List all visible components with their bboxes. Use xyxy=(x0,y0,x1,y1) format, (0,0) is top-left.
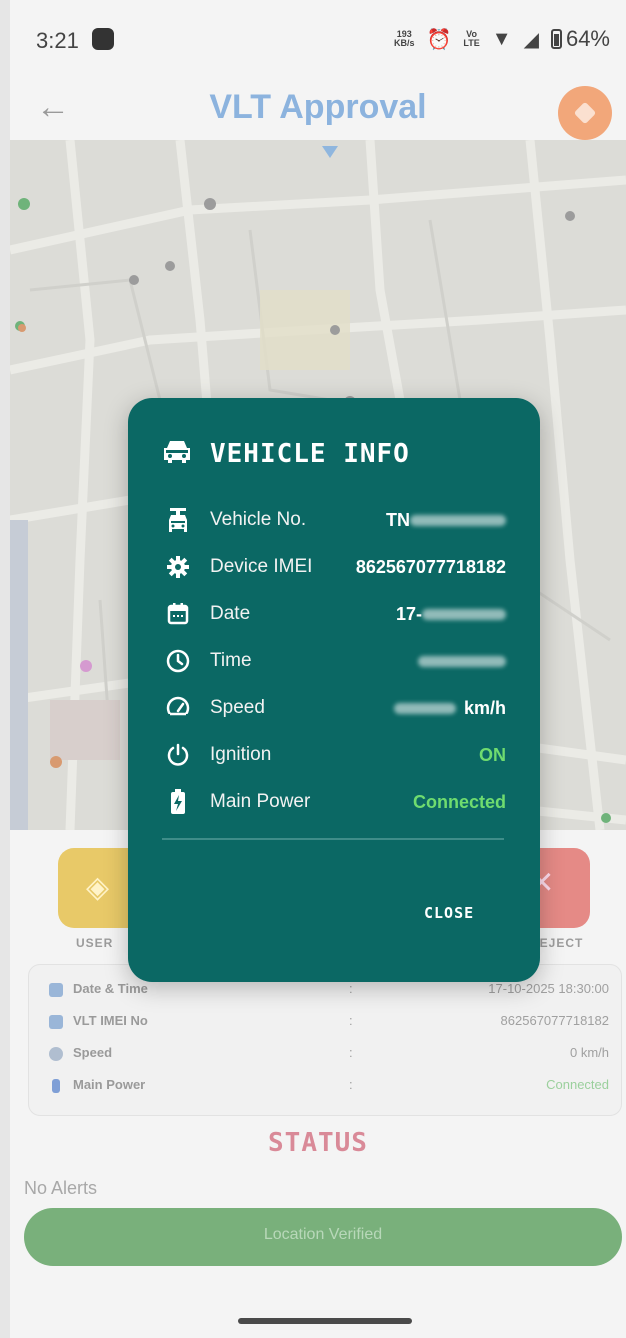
app-screen: 3:21 193 KB/s ⏰ Vo LTE ▼ ◢ 64% ← VLT App… xyxy=(10,0,626,1338)
speedometer-icon xyxy=(164,694,192,722)
layers-button[interactable] xyxy=(558,86,612,140)
dialog-divider xyxy=(162,838,504,840)
speedometer-icon xyxy=(49,1047,63,1061)
info-label: Time xyxy=(210,650,252,671)
location-verified-label: Location Verified xyxy=(263,1226,383,1243)
notification-icon xyxy=(92,28,114,50)
detail-label: Speed xyxy=(73,1045,113,1060)
net-speed-unit: KB/s xyxy=(394,38,415,48)
info-value: TN xyxy=(386,510,506,531)
vehicle-number-icon xyxy=(164,506,192,534)
power-icon xyxy=(164,741,192,769)
detail-value: 17-10-2025 18:30:00 xyxy=(488,981,609,996)
info-label: Date xyxy=(210,603,251,624)
app-header: ← VLT Approval xyxy=(10,80,626,140)
info-label: Main Power xyxy=(210,791,311,812)
battery-charging-icon xyxy=(164,788,192,816)
detail-row-datetime: Date & Time : 17-10-2025 18:30:00 xyxy=(49,981,609,1003)
info-label: Speed xyxy=(210,697,265,718)
battery-icon xyxy=(550,29,562,49)
info-value: 17- xyxy=(396,604,506,625)
status-icons: 193 KB/s ⏰ Vo LTE ▼ ◢ 64% xyxy=(394,26,610,52)
list-icon xyxy=(49,1015,63,1029)
detail-label: VLT IMEI No xyxy=(73,1013,148,1028)
status-time: 3:21 xyxy=(36,28,79,53)
page-title: VLT Approval xyxy=(209,88,427,126)
info-value xyxy=(418,651,506,672)
calendar-icon xyxy=(49,983,63,997)
detail-colon: : xyxy=(349,981,353,996)
redacted-text xyxy=(422,609,506,621)
car-icon xyxy=(162,438,192,469)
battery-percent: 64% xyxy=(565,26,610,51)
info-label: Device IMEI xyxy=(210,556,313,577)
info-row-main-power: Main Power Connected xyxy=(164,786,506,818)
home-indicator[interactable] xyxy=(238,1318,412,1324)
location-pin-icon xyxy=(52,1079,60,1093)
volte-indicator: Vo LTE xyxy=(463,30,479,48)
close-button[interactable]: CLOSE xyxy=(424,904,474,922)
detail-row-speed: Speed : 0 km/h xyxy=(49,1045,609,1067)
date-value: 17- xyxy=(395,603,422,624)
redacted-text xyxy=(393,703,456,715)
main-power-value: Connected xyxy=(412,791,506,812)
info-label: Vehicle No. xyxy=(210,509,307,530)
gear-icon xyxy=(164,553,192,581)
wifi-icon: ▼ xyxy=(491,27,512,50)
info-row-vehicle-no: Vehicle No. TN xyxy=(164,504,506,536)
info-row-time: Time xyxy=(164,645,506,677)
speed-unit: km/h xyxy=(463,697,506,718)
info-row-speed: Speed km/h xyxy=(164,692,506,724)
status-title: STATUS xyxy=(268,1128,368,1158)
location-verified-button[interactable]: Location Verified xyxy=(24,1208,622,1266)
ignition-value: ON xyxy=(479,744,506,765)
volte-bottom: LTE xyxy=(463,38,480,48)
detail-value: 862567077718182 xyxy=(500,1013,609,1028)
detail-label: Date & Time xyxy=(73,981,148,996)
redacted-text xyxy=(410,515,506,527)
signal-icon: ◢ xyxy=(523,28,539,51)
net-speed: 193 KB/s xyxy=(394,30,415,48)
battery-indicator: 64% xyxy=(550,26,610,52)
info-label: Ignition xyxy=(210,744,272,765)
info-row-date: Date 17- xyxy=(164,598,506,630)
imei-value: 862567077718182 xyxy=(355,556,506,577)
calendar-icon xyxy=(164,600,192,628)
detail-value: 0 km/h xyxy=(569,1045,609,1060)
detail-colon: : xyxy=(349,1045,353,1060)
vehicle-info-dialog: VEHICLE INFO Vehicle No. TN Device IMEI … xyxy=(128,398,540,982)
detail-colon: : xyxy=(349,1013,353,1028)
info-row-imei: Device IMEI 862567077718182 xyxy=(164,551,506,583)
vehicle-no-value: TN xyxy=(386,509,410,530)
user-button-label: USER xyxy=(76,936,114,950)
dialog-title: VEHICLE INFO xyxy=(210,438,410,469)
detail-row-power: Main Power : Connected xyxy=(49,1077,609,1099)
detail-label: Main Power xyxy=(73,1077,146,1092)
redacted-text xyxy=(418,656,506,668)
info-row-ignition: Ignition ON xyxy=(164,739,506,771)
alarm-icon: ⏰ xyxy=(426,28,452,51)
details-card: Date & Time : 17-10-2025 18:30:00 VLT IM… xyxy=(28,964,622,1116)
info-value: km/h xyxy=(393,697,506,719)
detail-row-imei: VLT IMEI No : 862567077718182 xyxy=(49,1013,609,1035)
dialog-header: VEHICLE INFO xyxy=(162,438,410,469)
clock-icon xyxy=(164,647,192,675)
status-bar: 3:21 193 KB/s ⏰ Vo LTE ▼ ◢ 64% xyxy=(10,0,626,80)
detail-colon: : xyxy=(349,1077,353,1092)
no-alerts-text: No Alerts xyxy=(24,1178,98,1198)
detail-value: Connected xyxy=(546,1077,609,1092)
